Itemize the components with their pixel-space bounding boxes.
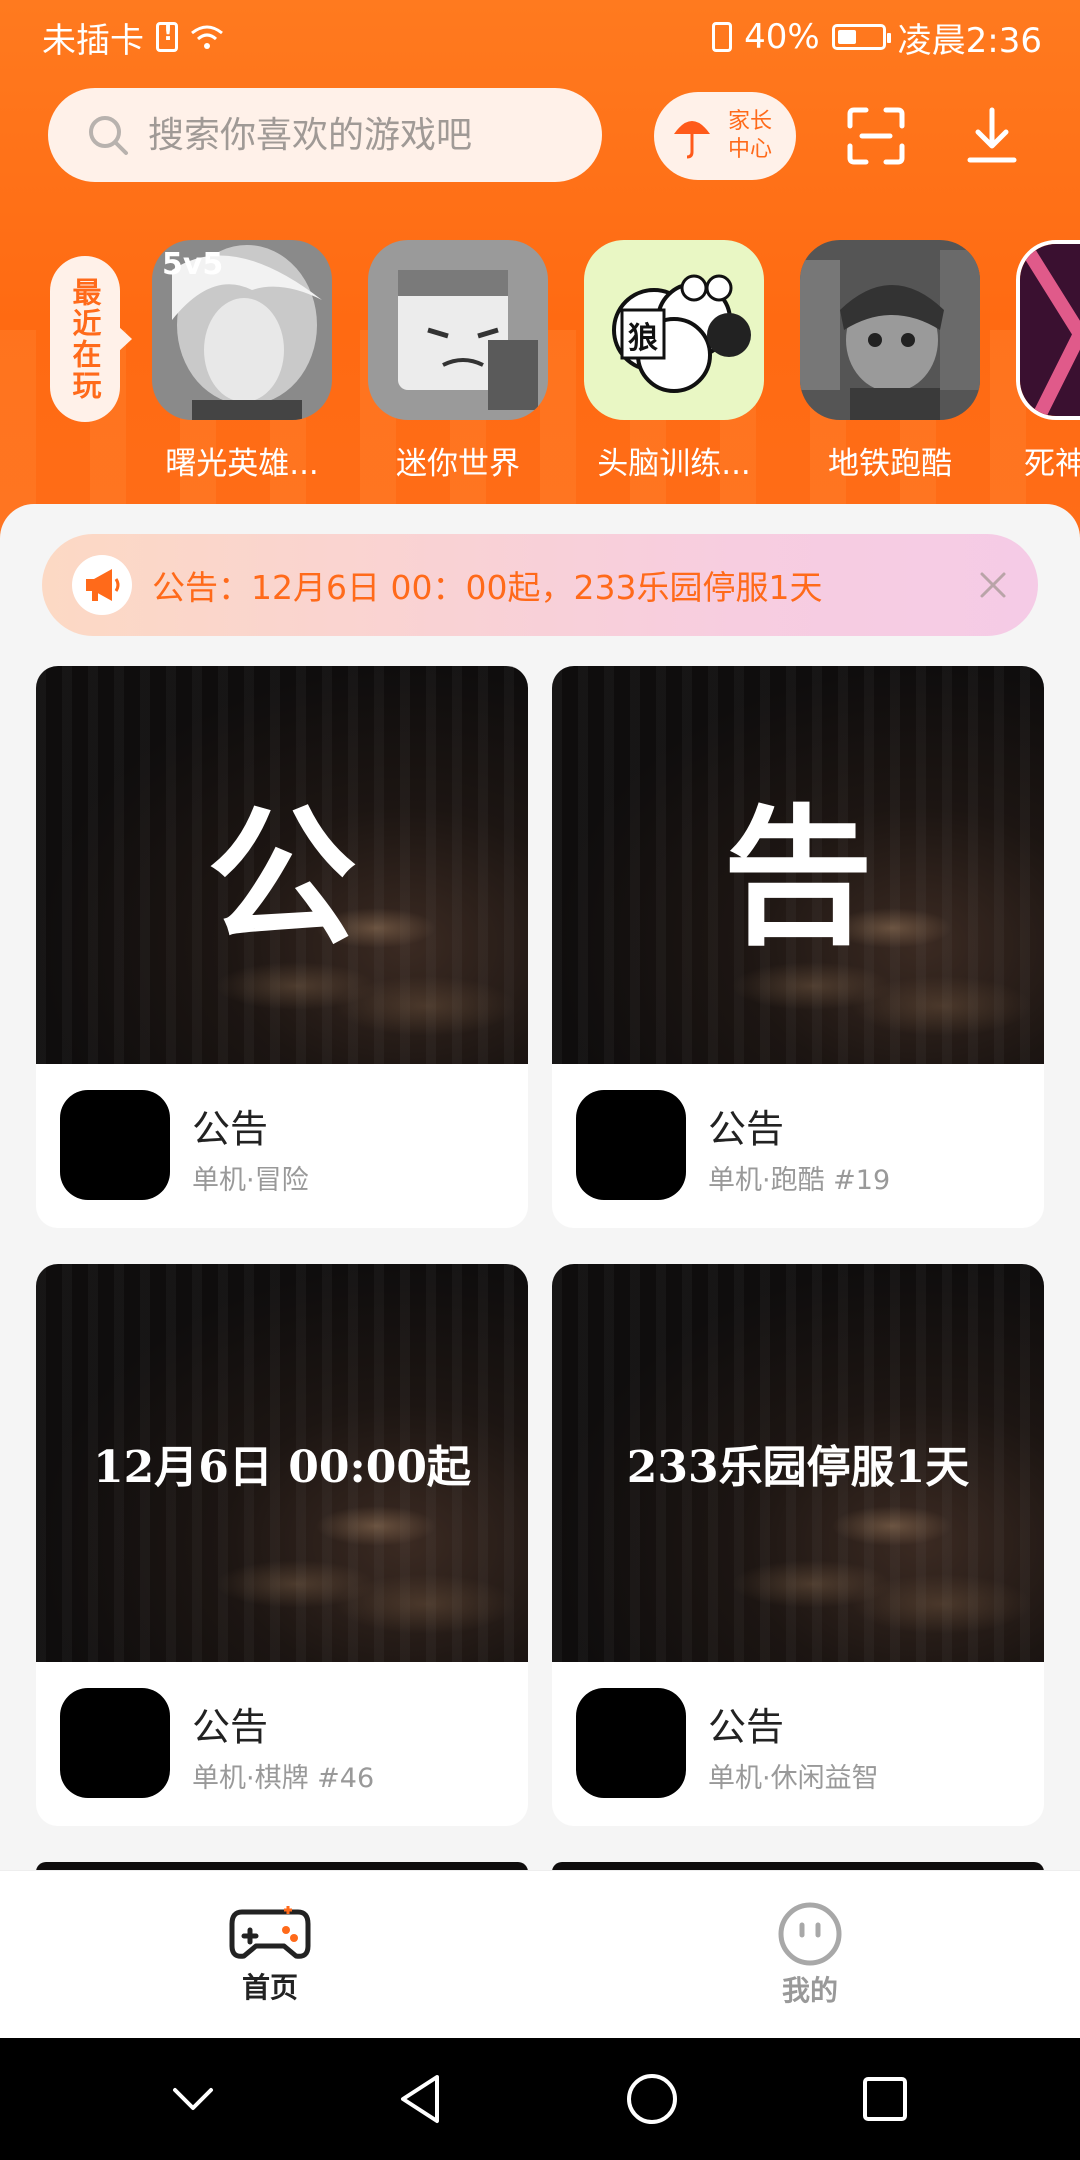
game-thumbnail — [1016, 240, 1080, 420]
app-icon — [60, 1090, 170, 1200]
card-subtitle: 单机·冒险 — [192, 1165, 309, 1196]
app-icon — [60, 1688, 170, 1798]
cover-text: 告 — [722, 789, 873, 966]
app-icon — [576, 1688, 686, 1798]
parent-center-line1: 家长 — [727, 109, 772, 134]
recents-icon[interactable] — [861, 2075, 909, 2123]
card-cover — [36, 1862, 528, 1870]
game-name: 迷你世界 — [396, 446, 520, 482]
game-name: 头脑训练... — [597, 446, 751, 482]
card-title: 公告 — [192, 1705, 269, 1749]
chevron-down-icon[interactable] — [171, 2084, 215, 2114]
status-bar: 未插卡 40% 凌晨2:36 — [0, 0, 1080, 74]
search-icon — [89, 116, 128, 155]
recent-game-3[interactable]: 狼 头脑训练... — [584, 240, 764, 483]
recent-game-5[interactable]: 死神 — [1016, 240, 1080, 483]
recent-game-1[interactable]: 5v5 曙光英雄... — [152, 240, 332, 483]
nav-home[interactable]: 首页 — [0, 1871, 540, 2039]
card-subtitle: 单机·棋牌 #46 — [192, 1763, 375, 1794]
game-card-partial[interactable] — [552, 1862, 1044, 1870]
sim-icon — [156, 21, 178, 52]
back-icon[interactable] — [397, 2073, 443, 2125]
game-card[interactable]: 告 公告 单机·跑酷 #19 — [552, 666, 1044, 1228]
clock: 凌晨2:36 — [897, 20, 1042, 61]
nav-mine-label: 我的 — [781, 1974, 838, 2007]
battery-icon — [831, 24, 891, 50]
megaphone-icon — [86, 569, 120, 601]
download-icon — [967, 107, 1017, 163]
recent-played-label: 最近在玩 — [50, 256, 132, 422]
system-nav-bar — [0, 2038, 1080, 2160]
nav-home-label: 首页 — [237, 1966, 302, 2010]
card-title: 公告 — [192, 1107, 269, 1151]
game-badge: 5v5 — [162, 247, 223, 282]
recent-game-2[interactable]: 迷你世界 — [368, 240, 548, 483]
download-button[interactable] — [948, 92, 1036, 180]
bottom-nav: 首页 我的 — [0, 1870, 1080, 2039]
cover-text: 公 — [206, 789, 357, 966]
card-cover: 233乐园停服1天 — [552, 1264, 1044, 1662]
game-thumbnail: 狼 — [584, 240, 764, 420]
home-icon[interactable] — [625, 2072, 679, 2126]
app-icon — [576, 1090, 686, 1200]
parent-center-line2: 中心 — [727, 137, 772, 162]
card-cover: 公 — [36, 666, 528, 1064]
game-card-partial[interactable] — [36, 1862, 528, 1870]
search-input[interactable] — [148, 114, 568, 156]
close-icon[interactable] — [976, 568, 1010, 602]
game-thumbnail — [368, 240, 548, 420]
game-badge: 狼 — [628, 321, 658, 356]
cover-text: 12月6日 00:00起 — [93, 1442, 471, 1493]
game-name: 死神 — [1024, 446, 1080, 482]
header: 未插卡 40% 凌晨2:36 家长 中心 — [0, 0, 1080, 540]
game-card[interactable]: 233乐园停服1天 公告 单机·休闲益智 — [552, 1264, 1044, 1826]
smiley-icon — [778, 1902, 842, 1966]
game-thumbnail — [800, 240, 980, 420]
content-panel: 公告：12月6日 00：00起，233乐园停服1天 公 公告 单机·冒险 告 公… — [0, 504, 1080, 1870]
game-name: 地铁跑酷 — [828, 446, 952, 482]
recent-game-4[interactable]: 地铁跑酷 — [800, 240, 980, 483]
game-thumbnail: 5v5 — [152, 240, 332, 420]
card-title: 公告 — [708, 1107, 785, 1151]
card-cover: 12月6日 00:00起 — [36, 1264, 528, 1662]
card-title: 公告 — [708, 1705, 785, 1749]
parent-center-button[interactable]: 家长 中心 — [654, 92, 796, 180]
notice-text: 公告：12月6日 00：00起，233乐园停服1天 — [152, 568, 823, 607]
notice-banner[interactable]: 公告：12月6日 00：00起，233乐园停服1天 — [42, 534, 1038, 636]
cover-text: 233乐园停服1天 — [626, 1442, 970, 1493]
wifi-icon — [191, 25, 223, 49]
scan-icon — [847, 107, 905, 165]
game-name: 曙光英雄... — [165, 446, 319, 482]
card-subtitle: 单机·跑酷 #19 — [708, 1165, 891, 1196]
nav-mine[interactable]: 我的 — [540, 1871, 1080, 2039]
carrier-text: 未插卡 — [42, 20, 144, 61]
notice-speaker — [72, 555, 132, 615]
game-card[interactable]: 12月6日 00:00起 公告 单机·棋牌 #46 — [36, 1264, 528, 1826]
card-cover: 告 — [552, 666, 1044, 1064]
game-card[interactable]: 公 公告 单机·冒险 — [36, 666, 528, 1228]
card-subtitle: 单机·休闲益智 — [708, 1763, 879, 1794]
card-cover — [552, 1862, 1044, 1870]
umbrella-icon — [674, 121, 710, 159]
gamepad-icon — [229, 1906, 311, 1959]
vibrate-icon — [712, 22, 733, 52]
battery-percent: 40% — [744, 17, 820, 57]
search-bar[interactable] — [48, 88, 602, 182]
scan-button[interactable] — [832, 92, 920, 180]
